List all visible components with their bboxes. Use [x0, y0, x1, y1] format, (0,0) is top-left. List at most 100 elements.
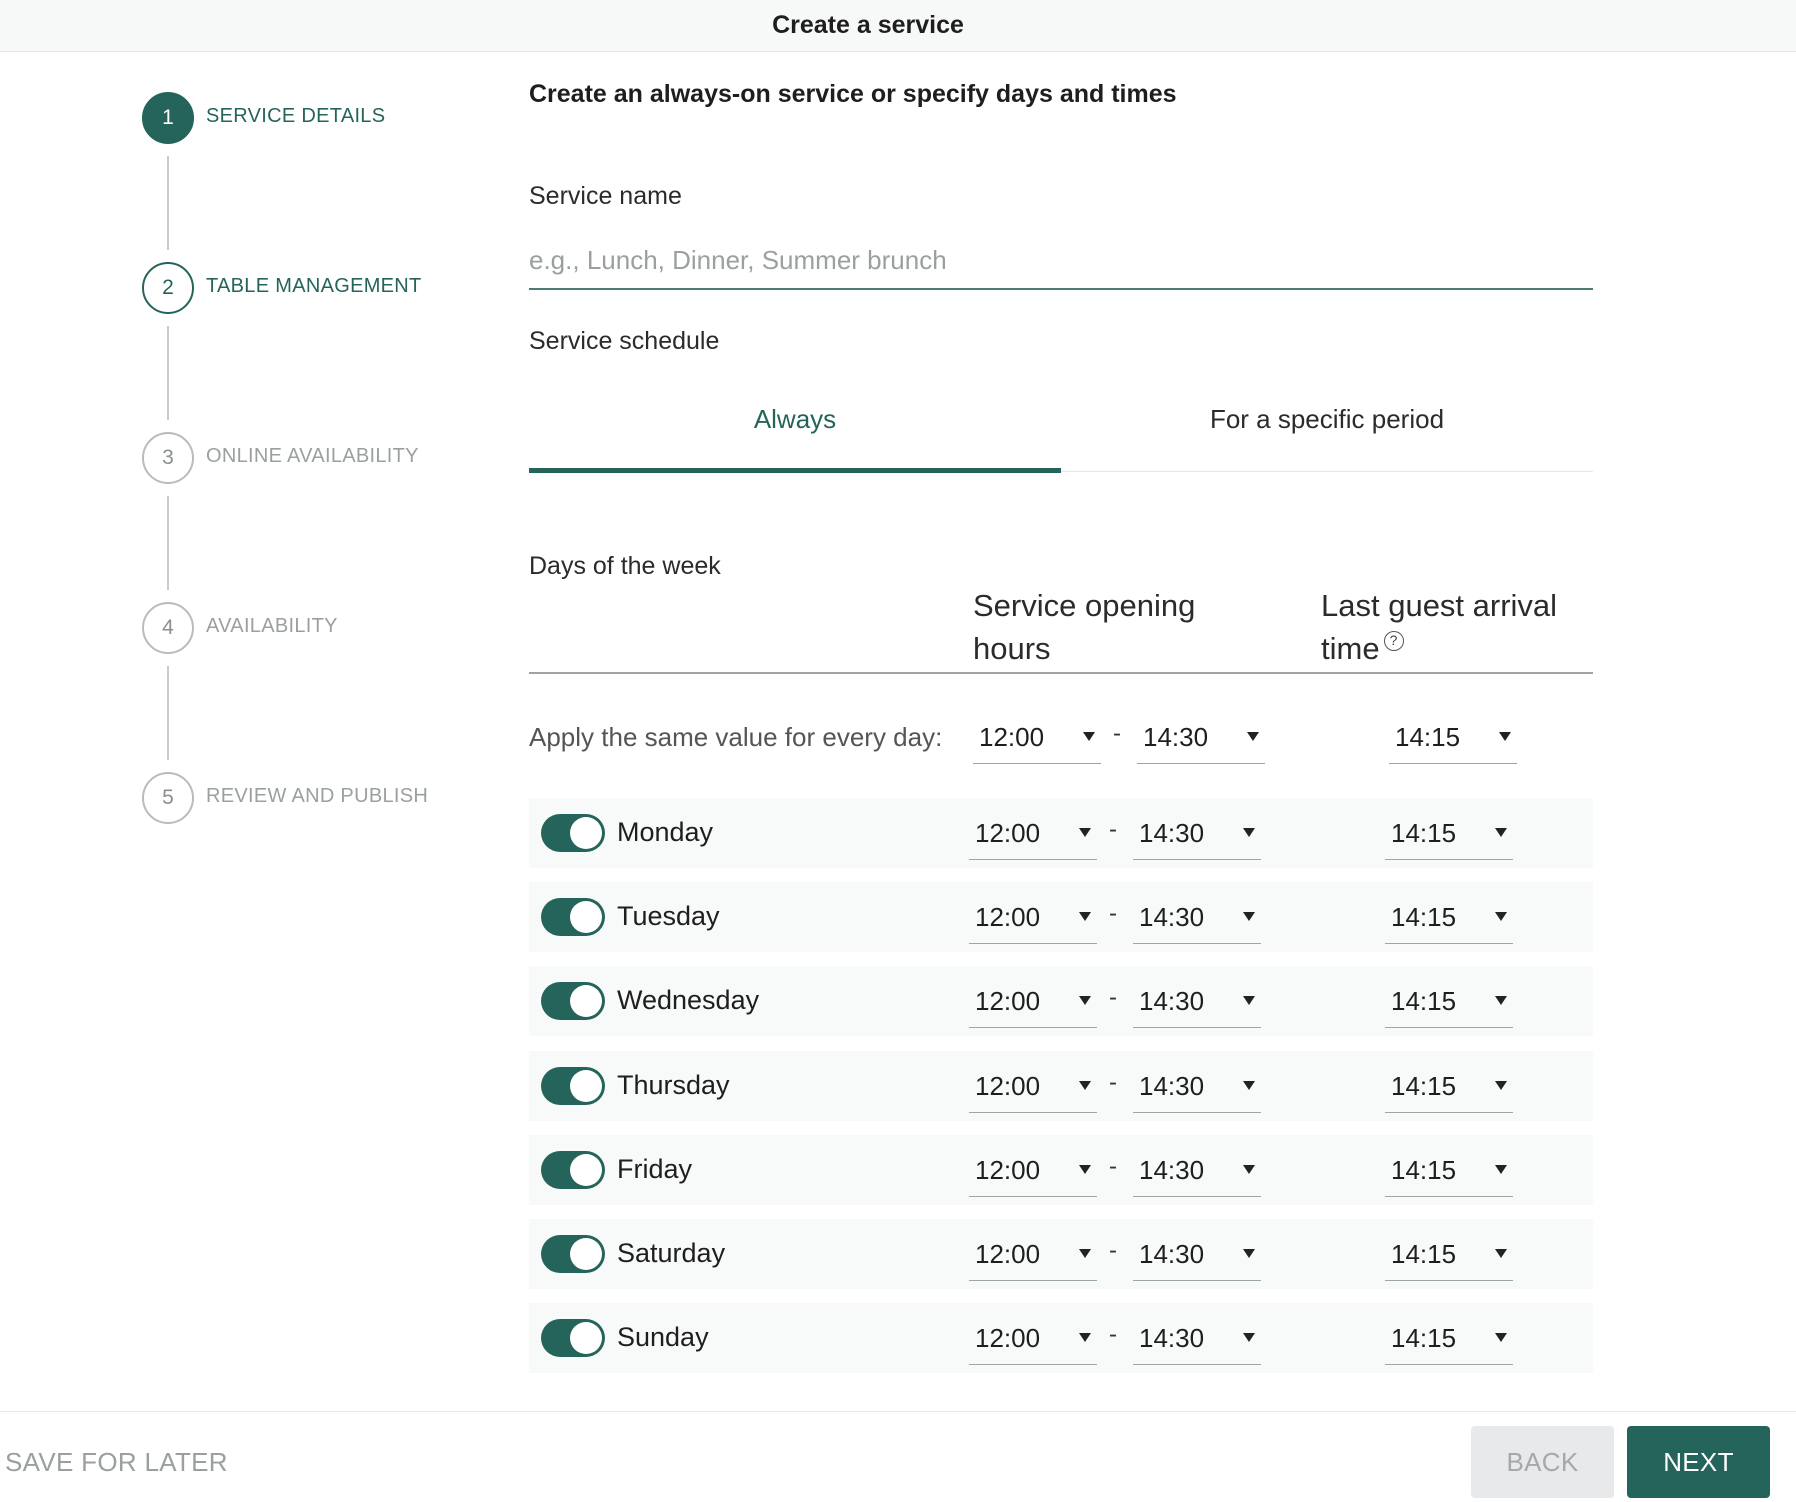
step-number: 4: [142, 602, 194, 654]
close-time-select[interactable]: 14:30: [1133, 972, 1261, 1028]
close-time-select[interactable]: 14:30: [1133, 888, 1261, 944]
select-value: 12:00: [975, 1323, 1041, 1353]
caret-down-icon: [1079, 1081, 1091, 1090]
step-service-details[interactable]: 1 SERVICE DETAILS: [142, 92, 482, 262]
open-time-select[interactable]: 12:00: [969, 804, 1097, 860]
apply-last-select[interactable]: 14:15: [1389, 708, 1517, 764]
day-row-monday: Monday 12:00 -14:30 14:15: [529, 798, 1593, 868]
tab-always[interactable]: Always: [529, 380, 1061, 473]
day-toggle[interactable]: [541, 898, 605, 936]
select-value: 14:15: [1391, 986, 1457, 1016]
back-button[interactable]: BACK: [1471, 1426, 1614, 1498]
day-row-wednesday: Wednesday 12:00 -14:30 14:15: [529, 966, 1593, 1036]
select-value: 14:30: [1139, 818, 1205, 848]
time-separator: -: [1109, 1321, 1117, 1348]
step-table-management[interactable]: 2 TABLE MANAGEMENT: [142, 262, 482, 432]
question-circle-icon[interactable]: ?: [1383, 631, 1404, 651]
day-toggle[interactable]: [541, 982, 605, 1020]
last-arrival-select[interactable]: 14:15: [1385, 1225, 1513, 1281]
day-row-sunday: Sunday 12:00 -14:30 14:15: [529, 1303, 1593, 1373]
caret-down-icon: [1079, 912, 1091, 921]
caret-down-icon: [1243, 912, 1255, 921]
top-bar: Create a service: [0, 0, 1796, 52]
day-toggle[interactable]: [541, 1319, 605, 1357]
next-button[interactable]: NEXT: [1627, 1426, 1770, 1498]
last-arrival-select[interactable]: 14:15: [1385, 1309, 1513, 1365]
last-arrival-select[interactable]: 14:15: [1385, 1141, 1513, 1197]
step-label: AVAILABILITY: [206, 615, 338, 637]
select-value: 12:00: [975, 986, 1041, 1016]
apply-all-label: Apply the same value for every day:: [529, 722, 943, 752]
open-time-select[interactable]: 12:00: [969, 1141, 1097, 1197]
time-separator: -: [1109, 1237, 1117, 1264]
caret-down-icon: [1243, 996, 1255, 1005]
last-arrival-select[interactable]: 14:15: [1385, 804, 1513, 860]
open-time-select[interactable]: 12:00: [969, 1057, 1097, 1113]
service-name-label: Service name: [529, 182, 682, 210]
caret-down-icon: [1243, 1249, 1255, 1258]
column-header-last-arrival-text: Last guest arrival time: [1321, 588, 1558, 666]
caret-down-icon: [1495, 1333, 1507, 1342]
select-value: 12:00: [975, 818, 1041, 848]
open-time-select[interactable]: 12:00: [969, 1225, 1097, 1281]
last-arrival-select[interactable]: 14:15: [1385, 972, 1513, 1028]
last-arrival-select[interactable]: 14:15: [1385, 1057, 1513, 1113]
last-arrival-select[interactable]: 14:15: [1385, 888, 1513, 944]
service-form: Create an always-on service or specify d…: [529, 80, 1593, 1373]
caret-down-icon: [1079, 828, 1091, 837]
close-time-select[interactable]: 14:30: [1133, 1057, 1261, 1113]
day-toggle[interactable]: [541, 814, 605, 852]
caret-down-icon: [1243, 1333, 1255, 1342]
toggle-knob: [570, 1238, 602, 1270]
select-value: 14:15: [1391, 1071, 1457, 1101]
days-of-week-label: Days of the week: [529, 552, 721, 580]
step-label: ONLINE AVAILABILITY: [206, 445, 419, 467]
service-name-input[interactable]: [529, 232, 1593, 290]
open-time-select[interactable]: 12:00: [969, 888, 1097, 944]
caret-down-icon: [1079, 1249, 1091, 1258]
day-row-tuesday: Tuesday 12:00 -14:30 14:15: [529, 882, 1593, 952]
select-value: 14:15: [1395, 722, 1461, 752]
step-review-and-publish[interactable]: 5 REVIEW AND PUBLISH: [142, 772, 482, 832]
select-value: 14:30: [1139, 1071, 1205, 1101]
apply-close-select[interactable]: 14:30: [1137, 708, 1265, 764]
day-name: Sunday: [617, 1322, 709, 1352]
save-for-later-button[interactable]: SAVE FOR LATER: [5, 1447, 228, 1478]
page-title: Create a service: [772, 11, 964, 39]
toggle-knob: [570, 1070, 602, 1102]
open-time-select[interactable]: 12:00: [969, 1309, 1097, 1365]
step-online-availability[interactable]: 3 ONLINE AVAILABILITY: [142, 432, 482, 602]
apply-open-select[interactable]: 12:00: [973, 708, 1101, 764]
time-separator: -: [1109, 816, 1117, 843]
time-separator: -: [1109, 1153, 1117, 1180]
caret-down-icon: [1243, 828, 1255, 837]
caret-down-icon: [1495, 912, 1507, 921]
caret-down-icon: [1247, 732, 1259, 741]
select-value: 14:30: [1139, 1239, 1205, 1269]
day-toggle[interactable]: [541, 1151, 605, 1189]
select-value: 12:00: [979, 722, 1045, 752]
step-availability[interactable]: 4 AVAILABILITY: [142, 602, 482, 772]
toggle-knob: [570, 985, 602, 1017]
close-time-select[interactable]: 14:30: [1133, 1225, 1261, 1281]
caret-down-icon: [1079, 1333, 1091, 1342]
close-time-select[interactable]: 14:30: [1133, 1309, 1261, 1365]
step-label: REVIEW AND PUBLISH: [206, 785, 429, 807]
select-value: 14:15: [1391, 902, 1457, 932]
column-header-last-arrival: Last guest arrival time?: [1321, 584, 1601, 670]
day-toggle[interactable]: [541, 1235, 605, 1273]
caret-down-icon: [1243, 1081, 1255, 1090]
close-time-select[interactable]: 14:30: [1133, 804, 1261, 860]
open-time-select[interactable]: 12:00: [969, 972, 1097, 1028]
step-number: 2: [142, 262, 194, 314]
day-name: Wednesday: [617, 985, 760, 1015]
step-label: SERVICE DETAILS: [206, 105, 386, 127]
select-value: 12:00: [975, 1071, 1041, 1101]
tab-specific-period[interactable]: For a specific period: [1061, 380, 1593, 472]
day-toggle[interactable]: [541, 1067, 605, 1105]
step-number: 1: [142, 92, 194, 144]
column-header-opening-hours: Service opening hours: [973, 588, 1196, 666]
step-connector: [167, 496, 169, 590]
select-value: 14:15: [1391, 1239, 1457, 1269]
close-time-select[interactable]: 14:30: [1133, 1141, 1261, 1197]
